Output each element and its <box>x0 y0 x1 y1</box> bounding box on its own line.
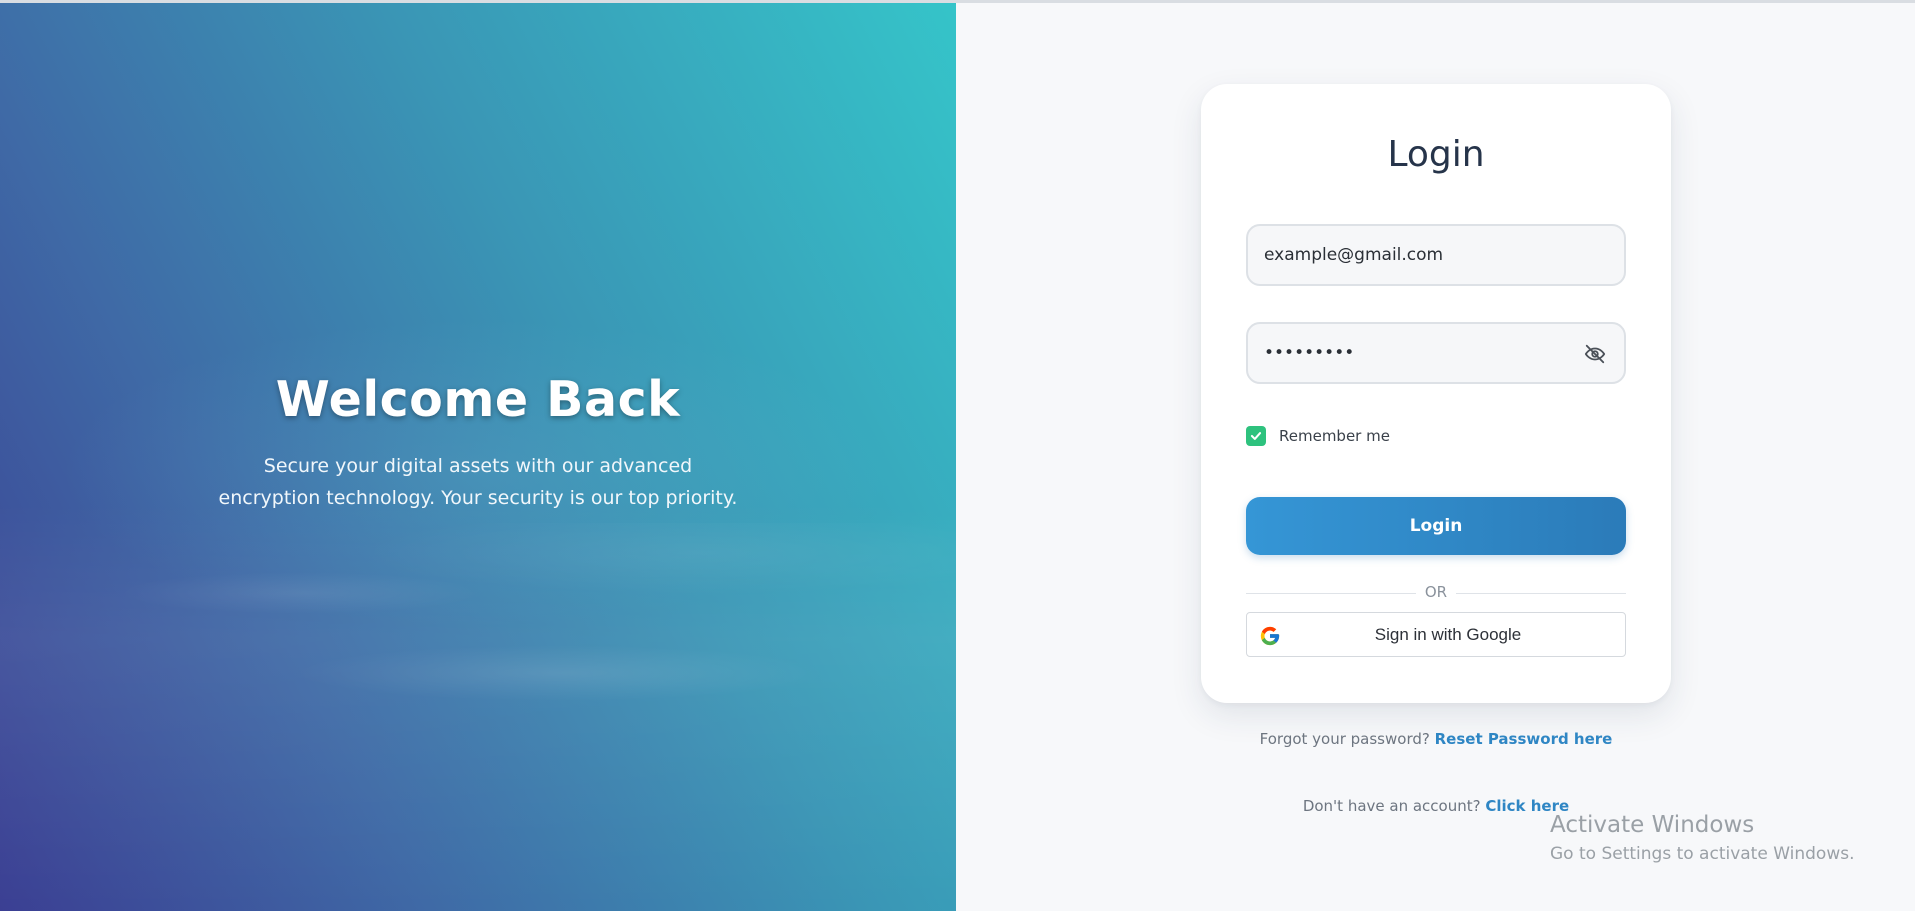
remember-me-checkbox[interactable] <box>1246 426 1266 446</box>
signup-text: Don't have an account? <box>1302 797 1481 815</box>
reset-password-link[interactable]: Reset Password here <box>1435 730 1613 748</box>
hero-subtitle: Secure your digital assets with our adva… <box>218 455 738 509</box>
remember-me-option[interactable]: Remember me <box>1246 426 1390 446</box>
watermark-subtitle: Go to Settings to activate Windows. <box>1550 844 1855 864</box>
remember-me-label: Remember me <box>1279 427 1390 445</box>
login-panel: Login Remember me Login <box>956 3 1915 911</box>
hero-panel: Welcome Back Secure your digital assets … <box>0 3 956 911</box>
watermark-title: Activate Windows <box>1550 812 1755 838</box>
ocean-background <box>0 523 956 763</box>
hero-title: Welcome Back <box>275 371 681 428</box>
forgot-password-row: Forgot your password? Reset Password her… <box>1201 730 1671 748</box>
or-divider: OR <box>1246 583 1626 603</box>
google-signin-label: Sign in with Google <box>1374 625 1522 644</box>
forgot-password-text: Forgot your password? <box>1259 730 1430 748</box>
password-field[interactable] <box>1246 322 1626 384</box>
email-input[interactable] <box>1264 226 1594 284</box>
activate-windows-watermark: Activate Windows Go to Settings to activ… <box>1550 812 1855 864</box>
login-card: Login Remember me Login <box>1201 84 1671 703</box>
login-title: Login <box>1387 134 1485 175</box>
email-field[interactable] <box>1246 224 1626 286</box>
divider-line-right <box>1456 593 1626 594</box>
google-signin-button[interactable]: Sign in with Google <box>1246 612 1626 657</box>
or-label: OR <box>1424 583 1448 601</box>
password-input[interactable] <box>1264 324 1594 382</box>
hero-content: Welcome Back Secure your digital assets … <box>0 371 956 514</box>
eye-off-icon[interactable] <box>1584 343 1606 365</box>
login-button[interactable]: Login <box>1246 497 1626 555</box>
